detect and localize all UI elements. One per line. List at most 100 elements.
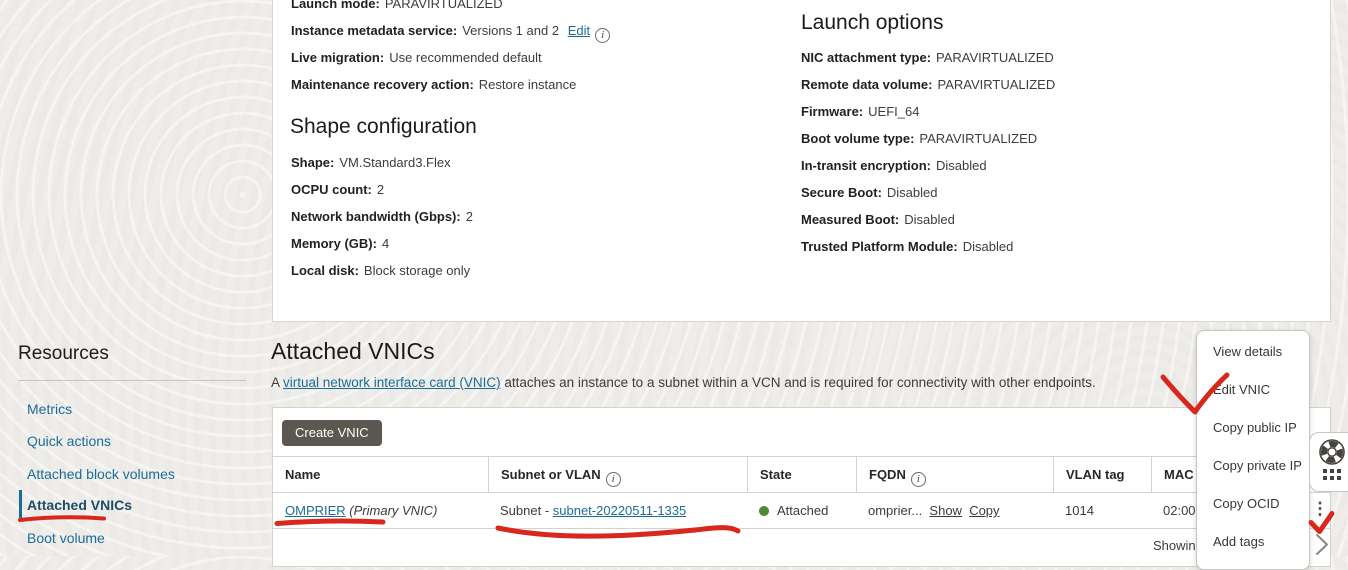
primary-vnic-suffix: (Primary VNIC) bbox=[349, 503, 437, 518]
info-icon[interactable] bbox=[911, 472, 926, 487]
instance-details-card: Launch mode: PARAVIRTUALIZED Instance met… bbox=[272, 0, 1331, 322]
cell-state: Attached bbox=[747, 493, 856, 528]
measured-boot-value: Disabled bbox=[904, 212, 955, 227]
mac-value: 02:00: bbox=[1163, 503, 1199, 518]
shape-value: VM.Standard3.Flex bbox=[339, 155, 450, 170]
metadata-service-row: Instance metadata service: Versions 1 and… bbox=[291, 23, 610, 43]
shape-label: Shape: bbox=[291, 155, 334, 170]
trusted-platform-module-label: Trusted Platform Module: bbox=[801, 239, 958, 254]
cell-fqdn: omprier... Show Copy bbox=[856, 493, 1053, 528]
launch-options-title: Launch options bbox=[801, 11, 943, 35]
vlan-tag-header-label: VLAN tag bbox=[1066, 467, 1125, 482]
boot-volume-type-value: PARAVIRTUALIZED bbox=[919, 131, 1037, 146]
attached-vnics-title: Attached VNICs bbox=[271, 338, 435, 365]
menu-item-copy-public-ip[interactable]: Copy public IP bbox=[1197, 408, 1309, 446]
create-vnic-button[interactable]: Create VNIC bbox=[282, 420, 382, 446]
memory-label: Memory (GB): bbox=[291, 236, 377, 251]
shape-row: Shape: VM.Standard3.Flex bbox=[291, 155, 451, 171]
description-prefix: A bbox=[271, 375, 283, 390]
floating-help-widget bbox=[1309, 432, 1348, 492]
in-transit-encryption-value: Disabled bbox=[936, 158, 987, 173]
secure-boot-label: Secure Boot: bbox=[801, 185, 882, 200]
fqdn-value: omprier... bbox=[868, 503, 922, 518]
table-row: OMPRIER (Primary VNIC) Subnet - subnet-2… bbox=[273, 493, 1330, 529]
description-suffix: attaches an instance to a subnet within … bbox=[501, 375, 1096, 390]
cell-subnet: Subnet - subnet-20220511-1335 bbox=[488, 493, 747, 528]
metadata-service-value: Versions 1 and 2 bbox=[462, 23, 559, 38]
column-header-fqdn[interactable]: FQDN bbox=[856, 457, 1053, 492]
trusted-platform-module-row: Trusted Platform Module: Disabled bbox=[801, 239, 1013, 255]
nic-attachment-row: NIC attachment type: PARAVIRTUALIZED bbox=[801, 50, 1054, 66]
nic-attachment-value: PARAVIRTUALIZED bbox=[936, 50, 1054, 65]
launch-mode-row: Launch mode: PARAVIRTUALIZED bbox=[291, 0, 503, 12]
local-disk-value: Block storage only bbox=[364, 263, 470, 278]
nic-attachment-label: NIC attachment type: bbox=[801, 50, 931, 65]
maintenance-recovery-row: Maintenance recovery action:Restore inst… bbox=[291, 77, 576, 93]
sidebar-item-metrics[interactable]: Metrics bbox=[27, 401, 72, 417]
state-header-label: State bbox=[760, 467, 792, 482]
cell-vlan-tag: 1014 bbox=[1053, 493, 1151, 528]
subnet-link[interactable]: subnet-20220511-1335 bbox=[553, 503, 687, 518]
subnet-prefix: Subnet - bbox=[500, 503, 553, 518]
sidebar-item-quick-actions[interactable]: Quick actions bbox=[27, 433, 111, 449]
fqdn-header-label: FQDN bbox=[869, 467, 906, 482]
attached-status-dot bbox=[759, 506, 769, 516]
launch-mode-value: PARAVIRTUALIZED bbox=[385, 0, 503, 11]
vnic-doc-link[interactable]: virtual network interface card (VNIC) bbox=[283, 375, 501, 390]
sidebar-item-attached-block-volumes[interactable]: Attached block volumes bbox=[27, 466, 175, 482]
sidebar-divider bbox=[18, 380, 246, 381]
vlan-tag-value: 1014 bbox=[1065, 503, 1094, 518]
local-disk-row: Local disk:Block storage only bbox=[291, 263, 470, 279]
live-migration-value: Use recommended default bbox=[389, 50, 541, 65]
sidebar-item-attached-vnics[interactable]: Attached VNICs bbox=[27, 497, 132, 513]
info-icon[interactable] bbox=[606, 472, 621, 487]
live-migration-label: Live migration: bbox=[291, 50, 384, 65]
metadata-edit-link[interactable]: Edit bbox=[568, 23, 590, 38]
vnic-actions-context-menu: View details Edit VNIC Copy public IP Co… bbox=[1196, 330, 1310, 570]
boot-volume-type-row: Boot volume type:PARAVIRTUALIZED bbox=[801, 131, 1037, 147]
ocpu-count-label: OCPU count: bbox=[291, 182, 372, 197]
launch-mode-label: Launch mode: bbox=[291, 0, 380, 11]
maintenance-recovery-label: Maintenance recovery action: bbox=[291, 77, 474, 92]
apps-grid-icon[interactable] bbox=[1323, 469, 1341, 480]
row-actions-kebab-icon[interactable]: ⋮ bbox=[1311, 498, 1329, 522]
menu-item-copy-ocid[interactable]: Copy OCID bbox=[1197, 484, 1309, 522]
measured-boot-row: Measured Boot: Disabled bbox=[801, 212, 955, 228]
vnics-table-card: Create VNIC Name Subnet or VLAN State FQ… bbox=[272, 407, 1331, 567]
menu-item-view-details[interactable]: View details bbox=[1197, 332, 1309, 370]
ocpu-count-row: OCPU count: 2 bbox=[291, 182, 384, 198]
sidebar-item-boot-volume[interactable]: Boot volume bbox=[27, 530, 105, 546]
live-migration-row: Live migration: Use recommended default bbox=[291, 50, 542, 66]
menu-item-copy-private-ip[interactable]: Copy private IP bbox=[1197, 446, 1309, 484]
resources-title: Resources bbox=[18, 343, 109, 365]
fqdn-copy-link[interactable]: Copy bbox=[969, 503, 999, 518]
column-header-state[interactable]: State bbox=[747, 457, 856, 492]
fqdn-show-link[interactable]: Show bbox=[929, 503, 962, 518]
menu-item-edit-vnic[interactable]: Edit VNIC bbox=[1197, 370, 1309, 408]
column-header-subnet-or-vlan[interactable]: Subnet or VLAN bbox=[488, 457, 747, 492]
state-value: Attached bbox=[777, 503, 828, 518]
vnic-name-link[interactable]: OMPRIER bbox=[285, 503, 346, 518]
subnet-header-label: Subnet or VLAN bbox=[501, 467, 601, 482]
expand-chevron-icon[interactable] bbox=[1311, 533, 1333, 556]
measured-boot-label: Measured Boot: bbox=[801, 212, 899, 227]
network-bandwidth-row: Network bandwidth (Gbps):2 bbox=[291, 209, 473, 225]
trusted-platform-module-value: Disabled bbox=[963, 239, 1014, 254]
remote-data-volume-row: Remote data volume:PARAVIRTUALIZED bbox=[801, 77, 1055, 93]
remote-data-volume-label: Remote data volume: bbox=[801, 77, 932, 92]
secure-boot-value: Disabled bbox=[887, 185, 938, 200]
metadata-service-label: Instance metadata service: bbox=[291, 23, 457, 38]
name-header-label: Name bbox=[285, 467, 320, 482]
life-preserver-help-icon[interactable] bbox=[1318, 438, 1346, 466]
column-header-vlan-tag[interactable]: VLAN tag bbox=[1053, 457, 1151, 492]
memory-value: 4 bbox=[382, 236, 389, 251]
menu-item-add-tags[interactable]: Add tags bbox=[1197, 522, 1309, 560]
firmware-value: UEFI_64 bbox=[868, 104, 919, 119]
secure-boot-row: Secure Boot: Disabled bbox=[801, 185, 938, 201]
info-icon[interactable] bbox=[595, 28, 610, 43]
column-header-name[interactable]: Name bbox=[273, 457, 488, 492]
table-header-row: Name Subnet or VLAN State FQDN VLAN tag … bbox=[273, 456, 1330, 493]
attached-vnics-description: A virtual network interface card (VNIC) … bbox=[271, 375, 1096, 390]
underline-sidebar-attached-vnics bbox=[20, 517, 104, 520]
ocpu-count-value: 2 bbox=[377, 182, 384, 197]
